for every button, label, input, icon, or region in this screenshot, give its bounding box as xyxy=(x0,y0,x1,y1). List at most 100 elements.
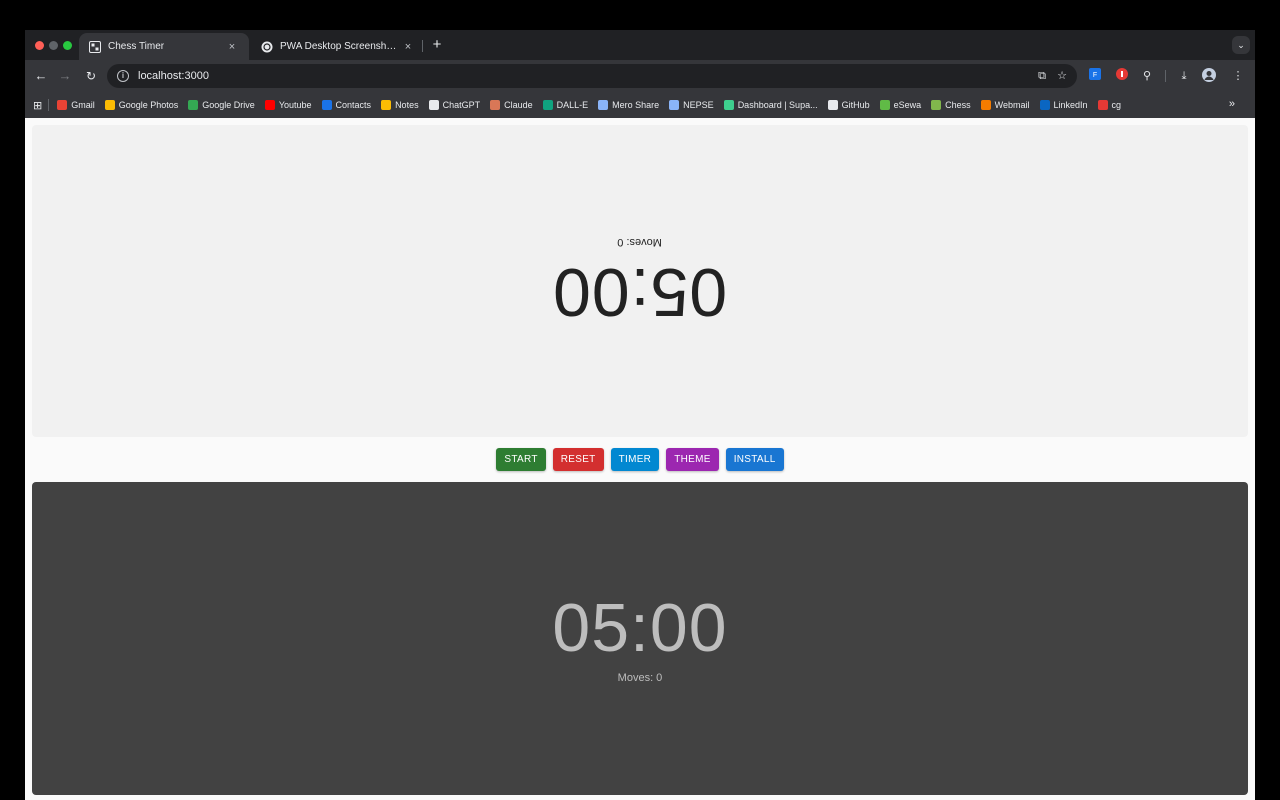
bookmark-cg[interactable]: cg xyxy=(1097,100,1122,110)
bookmark-label: Notes xyxy=(395,100,419,110)
more-menu-icon[interactable]: ⋮ xyxy=(1230,68,1246,84)
chatgpt-icon xyxy=(261,41,273,52)
bookmark-webmail[interactable]: Webmail xyxy=(980,100,1030,110)
chess-board-icon xyxy=(89,40,101,53)
tab-title: PWA Desktop Screenshot Re xyxy=(280,41,401,52)
bookmark-label: cg xyxy=(1111,100,1122,110)
esewa-icon xyxy=(879,100,890,110)
bookmark-esewa[interactable]: eSewa xyxy=(879,100,922,110)
bookmark-label: ChatGPT xyxy=(442,100,481,110)
start-button[interactable]: START xyxy=(496,448,546,471)
bookmark-nepse[interactable]: NEPSE xyxy=(669,100,714,110)
bookmark-chatgpt[interactable]: ChatGPT xyxy=(428,100,481,110)
install-button[interactable]: INSTALL xyxy=(725,448,784,471)
theme-button[interactable]: THEME xyxy=(666,448,719,471)
reload-icon[interactable]: ↻ xyxy=(83,68,99,84)
maximize-window-button[interactable] xyxy=(63,41,72,50)
translate-extension-icon[interactable]: F xyxy=(1087,68,1103,84)
bookmark-notes[interactable]: Notes xyxy=(381,100,419,110)
chess-timer-app: 05:00 Moves: 0 START RESET TIMER THEME I… xyxy=(25,118,1255,800)
contacts-icon xyxy=(321,100,332,110)
bookmark-linkedin[interactable]: LinkedIn xyxy=(1039,100,1088,110)
downloads-icon[interactable]: ⤓ xyxy=(1176,68,1192,84)
notes-icon xyxy=(381,100,392,110)
bookmark-gmail[interactable]: Gmail xyxy=(57,100,95,110)
new-tab-button[interactable]: + xyxy=(428,35,446,55)
tab-pwa-screenshot[interactable]: PWA Desktop Screenshot Re × xyxy=(251,33,425,60)
cg-icon xyxy=(1097,100,1108,110)
bookmark-star-icon[interactable]: ☆ xyxy=(1055,69,1069,83)
linkedin-icon xyxy=(1039,100,1050,110)
bookmark-github[interactable]: GitHub xyxy=(827,100,870,110)
apps-grid-icon[interactable]: ⊞ xyxy=(33,99,42,112)
bookmark-label: GitHub xyxy=(841,100,870,110)
bookmark-mero-share[interactable]: Mero Share xyxy=(598,100,659,110)
more-bookmarks-icon[interactable]: » xyxy=(1229,98,1235,110)
bottom-player-moves: Moves: 0 xyxy=(617,671,663,684)
bookmark-label: Claude xyxy=(504,100,533,110)
close-window-button[interactable] xyxy=(35,41,44,50)
webmail-icon xyxy=(980,100,991,110)
bookmark-contacts[interactable]: Contacts xyxy=(321,100,371,110)
bottom-player-display: 05:00 Moves: 0 xyxy=(552,594,727,684)
nepse-icon xyxy=(669,100,680,110)
url-text: localhost:3000 xyxy=(138,70,209,82)
tab-title: Chess Timer xyxy=(108,41,165,52)
adblock-extension-icon[interactable] xyxy=(1114,68,1130,84)
browser-window: Chess Timer × PWA Desktop Screenshot Re … xyxy=(25,30,1255,800)
tab-chess-timer[interactable]: Chess Timer × xyxy=(79,33,249,60)
reset-button[interactable]: RESET xyxy=(552,448,604,471)
browser-toolbar: ← → ↻ i localhost:3000 ⧉ ☆ F ⚲ ⤓ ⋮ xyxy=(25,60,1255,92)
gmail-icon xyxy=(57,100,68,110)
close-tab-icon[interactable]: × xyxy=(225,41,239,53)
bottom-player-time: 05:00 xyxy=(552,589,728,666)
bottom-player-clock-panel[interactable]: 05:00 Moves: 0 xyxy=(32,482,1248,795)
youtube-icon xyxy=(264,100,275,110)
bookmark-youtube[interactable]: Youtube xyxy=(264,100,312,110)
bookmark-label: Webmail xyxy=(994,100,1030,110)
install-app-icon[interactable]: ⧉ xyxy=(1035,69,1049,83)
bookmark-google-photos[interactable]: Google Photos xyxy=(104,100,178,110)
tab-strip: Chess Timer × PWA Desktop Screenshot Re … xyxy=(25,30,1255,60)
bookmark-dashboard-supa[interactable]: Dashboard | Supa... xyxy=(723,100,818,110)
toolbar-separator xyxy=(1165,70,1166,82)
forward-arrow-icon[interactable]: → xyxy=(57,68,73,84)
bookmark-label: Gmail xyxy=(71,100,95,110)
macos-menu-area xyxy=(0,0,1280,30)
github-icon xyxy=(827,100,838,110)
bookmark-dall-e[interactable]: DALL-E xyxy=(542,100,588,110)
google-drive-icon xyxy=(188,100,199,110)
back-arrow-icon[interactable]: ← xyxy=(33,68,49,84)
mero-share-icon xyxy=(598,100,609,110)
svg-text:F: F xyxy=(1093,72,1097,79)
bookmarks-separator xyxy=(48,99,50,111)
bookmarks-bar: ⊞ Gmail Google Photos Google Drive Youtube C… xyxy=(25,92,1255,118)
timer-button[interactable]: TIMER xyxy=(610,448,660,471)
top-player-rotated-display: 05:00 Moves: 0 xyxy=(552,236,728,330)
bookmark-label: Youtube xyxy=(278,100,312,110)
bookmark-claude[interactable]: Claude xyxy=(490,100,533,110)
bookmark-label: Mero Share xyxy=(612,100,660,110)
bookmark-label: eSewa xyxy=(893,100,922,110)
profile-avatar-icon[interactable] xyxy=(1201,68,1217,84)
supabase-icon xyxy=(723,100,734,110)
minimize-window-button[interactable] xyxy=(49,41,58,50)
tab-search-chevron-icon[interactable]: ⌄ xyxy=(1232,36,1250,54)
bookmark-label: Dashboard | Supa... xyxy=(737,100,818,110)
close-tab-icon[interactable]: × xyxy=(401,41,415,53)
top-player-clock-panel[interactable]: 05:00 Moves: 0 xyxy=(32,125,1248,437)
bookmark-label: Chess xyxy=(945,100,971,110)
address-bar[interactable]: i localhost:3000 ⧉ ☆ xyxy=(107,64,1077,88)
top-player-moves: Moves: 0 xyxy=(617,236,663,248)
bookmark-google-drive[interactable]: Google Drive xyxy=(188,100,255,110)
bookmark-label: LinkedIn xyxy=(1053,100,1088,110)
chatgpt-icon xyxy=(428,100,439,110)
bookmark-label: NEPSE xyxy=(683,100,714,110)
extensions-puzzle-icon[interactable]: ⚲ xyxy=(1139,68,1155,84)
bookmark-chess[interactable]: Chess xyxy=(931,100,971,110)
site-info-icon[interactable]: i xyxy=(117,70,129,82)
dalle-icon xyxy=(542,100,553,110)
top-player-time: 05:00 xyxy=(552,254,728,330)
bookmark-label: Google Drive xyxy=(202,100,255,110)
control-bar: START RESET TIMER THEME INSTALL xyxy=(25,448,1255,472)
